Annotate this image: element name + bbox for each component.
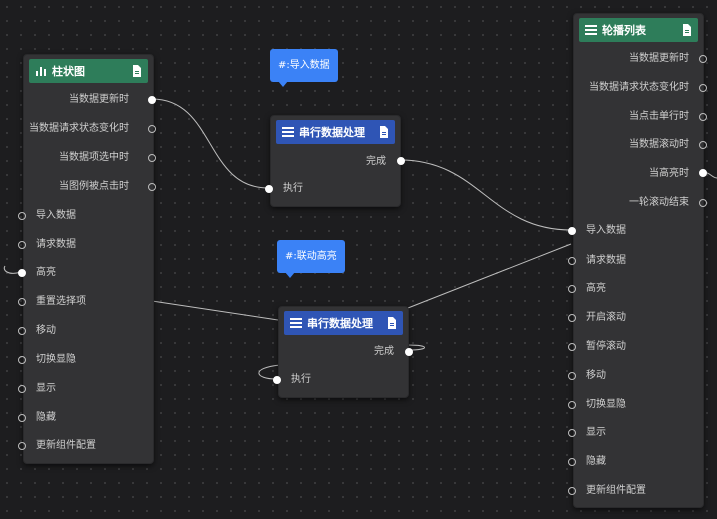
serial2-output-done: 完成 [374, 346, 394, 357]
bar-chart-node-title: 柱状图 [52, 65, 85, 78]
bar-input-port-move[interactable] [18, 327, 26, 335]
bar-input-hide: 隐藏 [36, 412, 56, 423]
linkage-highlight-tag-label: #:联动高亮 [285, 251, 337, 262]
carousel-input-update-config: 更新组件配置 [586, 485, 646, 496]
document-icon[interactable] [682, 24, 692, 36]
carousel-input-port-import-data[interactable] [568, 227, 576, 235]
carousel-input-show: 显示 [586, 427, 606, 438]
bar-output-request-status: 当数据请求状态变化时 [29, 123, 129, 134]
serial-process-node-1-header[interactable]: 串行数据处理 [276, 120, 395, 144]
bar-input-highlight: 高亮 [36, 267, 56, 278]
serial1-output-done: 完成 [366, 156, 386, 167]
carousel-list-node-title: 轮播列表 [602, 24, 646, 37]
carousel-output-request-status: 当数据请求状态变化时 [589, 82, 689, 93]
wire-carousel-highlight-to-serial2 [407, 243, 572, 309]
bar-output-port-request-status[interactable] [148, 125, 156, 133]
bar-chart-icon [36, 67, 46, 76]
serial2-output-port-done[interactable] [405, 348, 413, 356]
list-icon [290, 318, 302, 328]
wire-bar-update-to-serial1 [151, 98, 269, 189]
blueprint-canvas[interactable]: #:导入数据 #:联动高亮 柱状图 当数据更新时 当数据请求状态变化时 当数据项… [0, 0, 717, 519]
carousel-input-hide: 隐藏 [586, 456, 606, 467]
bar-output-port-data-update[interactable] [148, 96, 156, 104]
document-icon[interactable] [387, 317, 397, 329]
bar-input-port-import-data[interactable] [18, 212, 26, 220]
bar-output-port-legend-clicked[interactable] [148, 183, 156, 191]
carousel-input-move: 移动 [586, 370, 606, 381]
carousel-input-port-pause-scroll[interactable] [568, 343, 576, 351]
bar-input-reset-selection: 重置选择项 [36, 296, 86, 307]
carousel-output-port-request-status[interactable] [699, 84, 707, 92]
bar-input-request-data: 请求数据 [36, 239, 76, 250]
serial2-input-port-execute[interactable] [273, 376, 281, 384]
import-data-tag-label: #:导入数据 [278, 60, 330, 71]
bar-output-item-selected: 当数据项选中时 [59, 152, 129, 163]
carousel-input-port-hide[interactable] [568, 458, 576, 466]
carousel-list-node-header[interactable]: 轮播列表 [579, 18, 698, 42]
bar-output-legend-clicked: 当图例被点击时 [59, 181, 129, 192]
carousel-list-node[interactable]: 轮播列表 当数据更新时 当数据请求状态变化时 当点击单行时 当数据滚动时 当高亮… [568, 13, 707, 508]
bar-chart-node[interactable]: 柱状图 当数据更新时 当数据请求状态变化时 当数据项选中时 当图例被点击时 导入… [18, 54, 156, 464]
serial1-input-execute: 执行 [283, 183, 303, 194]
carousel-input-port-show[interactable] [568, 429, 576, 437]
carousel-input-port-highlight[interactable] [568, 285, 576, 293]
bar-input-port-hide[interactable] [18, 414, 26, 422]
carousel-output-port-row-clicked[interactable] [699, 113, 707, 121]
carousel-output-row-clicked: 当点击单行时 [629, 111, 689, 122]
serial2-input-execute: 执行 [291, 374, 311, 385]
carousel-output-port-data-update[interactable] [699, 55, 707, 63]
bar-output-port-item-selected[interactable] [148, 154, 156, 162]
bar-input-move: 移动 [36, 325, 56, 336]
carousel-input-port-toggle-visibility[interactable] [568, 401, 576, 409]
list-icon [282, 127, 294, 137]
serial-process-node-1-title: 串行数据处理 [299, 126, 365, 139]
bar-input-port-request-data[interactable] [18, 241, 26, 249]
bar-input-port-reset-selection[interactable] [18, 298, 26, 306]
serial-process-node-2-header[interactable]: 串行数据处理 [284, 311, 403, 335]
bar-input-import-data: 导入数据 [36, 210, 76, 221]
document-icon[interactable] [379, 126, 389, 138]
carousel-input-import-data: 导入数据 [586, 225, 626, 236]
bar-output-data-update: 当数据更新时 [69, 94, 129, 105]
carousel-output-round-end: 一轮滚动结束 [629, 197, 689, 208]
document-icon[interactable] [132, 65, 142, 77]
linkage-highlight-tag[interactable]: #:联动高亮 [277, 240, 345, 278]
carousel-output-scrolling: 当数据滚动时 [629, 139, 689, 150]
serial1-input-port-execute[interactable] [265, 185, 273, 193]
bar-input-show: 显示 [36, 383, 56, 394]
carousel-output-port-round-end[interactable] [699, 199, 707, 207]
serial-process-node-2[interactable]: 串行数据处理 完成 执行 [273, 306, 413, 398]
carousel-input-request-data: 请求数据 [586, 255, 626, 266]
carousel-input-toggle-visibility: 切换显隐 [586, 399, 626, 410]
bar-chart-node-header[interactable]: 柱状图 [29, 59, 148, 83]
carousel-output-port-scrolling[interactable] [699, 141, 707, 149]
serial-process-node-2-title: 串行数据处理 [307, 317, 373, 330]
carousel-input-highlight: 高亮 [586, 283, 606, 294]
carousel-input-pause-scroll: 暂停滚动 [586, 341, 626, 352]
carousel-output-port-highlighted[interactable] [699, 169, 707, 177]
carousel-output-data-update: 当数据更新时 [629, 53, 689, 64]
table-icon [585, 25, 597, 35]
serial-process-node-1[interactable]: 串行数据处理 完成 执行 [265, 115, 405, 207]
carousel-input-port-move[interactable] [568, 372, 576, 380]
wire-serial2-to-bar-highlight [151, 300, 279, 321]
import-data-tag[interactable]: #:导入数据 [270, 49, 338, 87]
bar-input-port-toggle-visibility[interactable] [18, 356, 26, 364]
serial1-output-port-done[interactable] [397, 157, 405, 165]
bar-input-toggle-visibility: 切换显隐 [36, 354, 76, 365]
carousel-input-port-request-data[interactable] [568, 257, 576, 265]
bar-input-port-update-config[interactable] [18, 442, 26, 450]
carousel-input-port-start-scroll[interactable] [568, 314, 576, 322]
wire-serial1-done-to-carousel-import [399, 159, 572, 231]
bar-input-port-show[interactable] [18, 385, 26, 393]
carousel-input-port-update-config[interactable] [568, 487, 576, 495]
carousel-output-highlighted: 当高亮时 [649, 168, 689, 179]
bar-input-update-config: 更新组件配置 [36, 440, 96, 451]
carousel-input-start-scroll: 开启滚动 [586, 312, 626, 323]
bar-input-port-highlight[interactable] [18, 269, 26, 277]
